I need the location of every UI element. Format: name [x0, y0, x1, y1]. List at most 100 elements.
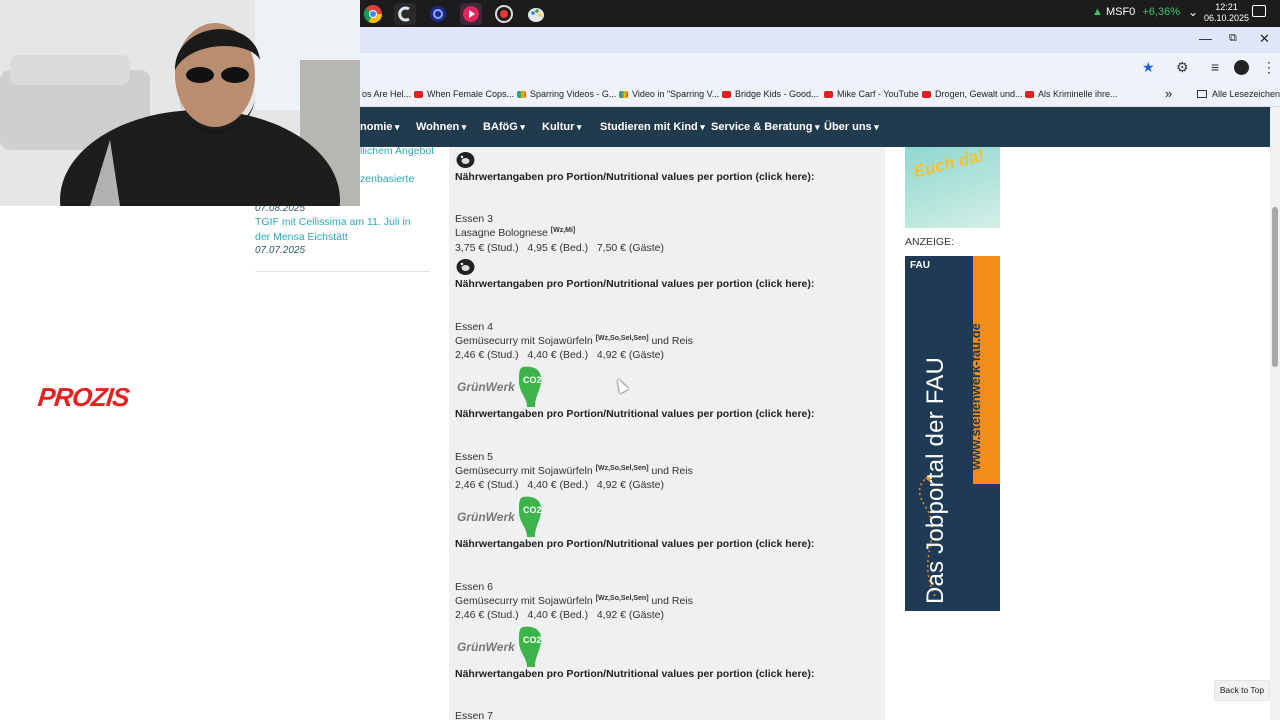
stock-change: +6,36%	[1142, 6, 1180, 18]
nutrition-link[interactable]: Nährwertangaben pro Portion/Nutritional …	[455, 668, 814, 680]
minimize-icon[interactable]: —	[1199, 31, 1212, 46]
prozis-ad-logo[interactable]: PROZIS	[36, 382, 130, 413]
nav-wohnen[interactable]: Wohnen	[416, 121, 466, 133]
jobportal-title: Das Jobportal der FAU	[922, 357, 949, 604]
gruenwerk-co2-logo: GrünWerk CO2	[457, 496, 542, 537]
bookmark-item[interactable]: Video in "Sparring V...	[619, 89, 719, 99]
bookmark-item[interactable]: Sparring Videos - G...	[517, 89, 616, 99]
meal-name: Gemüsecurry mit Sojawürfeln [Wz,So,Sel,S…	[455, 465, 693, 477]
recorder-taskbar-icon[interactable]	[493, 3, 515, 25]
close-icon[interactable]: ✕	[1259, 31, 1270, 47]
allergen-codes: [Wz,So,Sel,Sen]	[595, 335, 649, 342]
scrollbar-thumb[interactable]	[1272, 207, 1278, 367]
restore-icon[interactable]: ⧉	[1229, 32, 1237, 45]
meal-name: Lasagne Bolognese [Wz,Mi]	[455, 227, 576, 239]
news-link-fragment[interactable]: llichem Angebot	[360, 144, 434, 159]
meal-title: Essen 5	[455, 451, 493, 463]
news-link-tgif[interactable]: TGIF mit Cellissima am 11. Juli in der M…	[255, 215, 425, 245]
youtube-icon	[414, 91, 423, 98]
paint-app-taskbar-icon[interactable]	[525, 3, 547, 25]
dotted-arrow-icon	[918, 474, 936, 597]
extensions-icon[interactable]: ⚙	[1176, 59, 1189, 76]
notification-icon[interactable]	[1252, 5, 1266, 17]
news-link-fragment[interactable]: zenbasierte	[360, 172, 414, 187]
meal-title: Essen 4	[455, 321, 493, 333]
youtube-icon	[824, 91, 833, 98]
nutrition-link[interactable]: Nährwertangaben pro Portion/Nutritional …	[455, 538, 814, 550]
webcam-person-image	[0, 0, 360, 206]
news-date: 07.07.2025	[255, 245, 306, 256]
svg-text:CO2: CO2	[523, 635, 542, 645]
meal-name: Gemüsecurry mit Sojawürfeln [Wz,So,Sel,S…	[455, 335, 693, 347]
ad-banner-top[interactable]: Euch da!	[905, 147, 1000, 228]
svg-text:GrünWerk: GrünWerk	[457, 510, 516, 524]
bookmark-item[interactable]: Als Kriminelle ihre...	[1025, 89, 1118, 99]
allergen-codes: [Wz,So,Sel,Sen]	[595, 595, 649, 602]
profile-avatar-icon[interactable]	[1234, 60, 1249, 75]
bookmark-item[interactable]: Bridge Kids - Good...	[722, 89, 819, 99]
bookmark-item[interactable]: When Female Cops...	[414, 89, 514, 99]
svg-text:GrünWerk: GrünWerk	[457, 380, 516, 394]
nav-bafoeg[interactable]: BAföG	[483, 121, 525, 133]
ad-label: ANZEIGE:	[905, 236, 955, 248]
svg-text:GrünWerk: GrünWerk	[457, 640, 516, 654]
media-control-icon[interactable]: ≡	[1211, 59, 1219, 75]
jobportal-ad[interactable]	[905, 256, 1000, 611]
nav-service-beratung[interactable]: Service & Beratung	[711, 121, 820, 133]
bookmark-item[interactable]: os Are Hel...	[362, 89, 411, 99]
svg-text:CO2: CO2	[523, 505, 542, 515]
bookmark-item[interactable]: Mike Carf - YouTube	[824, 89, 919, 99]
stock-widget[interactable]: ▲ MSF0 +6,36%	[1092, 6, 1180, 18]
allergen-codes: [Wz,So,Sel,Sen]	[595, 465, 649, 472]
meal-price: 2,46 € (Stud.) 4,40 € (Bed.) 4,92 € (Gäs…	[455, 349, 664, 361]
jobportal-url: www.stellenwerk-fau.de	[968, 323, 983, 470]
svg-text:CO2: CO2	[523, 375, 542, 385]
gruenwerk-co2-logo: GrünWerk CO2	[457, 626, 542, 667]
media-player-taskbar-icon[interactable]	[460, 3, 482, 25]
bookmark-star-icon[interactable]: ★	[1142, 59, 1155, 76]
bookmark-item[interactable]: Drogen, Gewalt und...	[922, 89, 1023, 99]
more-bookmarks-button[interactable]: »	[1165, 86, 1172, 101]
webcam-overlay	[0, 0, 360, 206]
meal-price: 3,75 € (Stud.) 4,95 € (Bed.) 7,50 € (Gäs…	[455, 242, 664, 254]
meal-price: 2,46 € (Stud.) 4,40 € (Bed.) 4,92 € (Gäs…	[455, 609, 664, 621]
all-bookmarks-button[interactable]: Alle Lesezeichen	[1197, 89, 1280, 99]
stock-chart-icon: ▲	[1092, 6, 1103, 18]
meal-title: Essen 3	[455, 213, 493, 225]
gaming-app-taskbar-icon[interactable]	[427, 3, 449, 25]
stock-ticker: MSF0	[1105, 6, 1136, 18]
meal-title: Essen 7	[455, 710, 493, 722]
meal-name: Gemüsecurry mit Sojawürfeln [Wz,So,Sel,S…	[455, 595, 693, 607]
allergen-codes: [Wz,Mi]	[550, 227, 576, 234]
youtube-icon	[922, 91, 931, 98]
nav-kultur[interactable]: Kultur	[542, 121, 581, 133]
sidebar-divider	[255, 271, 430, 272]
meal-price: 2,46 € (Stud.) 4,40 € (Bed.) 4,92 € (Gäs…	[455, 479, 664, 491]
google-photos-icon	[517, 91, 526, 98]
nav-studieren-mit-kind[interactable]: Studieren mit Kind	[600, 121, 705, 133]
clock-date: 06.10.2025	[1204, 13, 1250, 23]
ad-banner-text: Euch da!	[911, 147, 986, 182]
nav-ueber-uns[interactable]: Über uns	[824, 121, 879, 133]
clock-time: 12:21	[1215, 2, 1238, 12]
folder-icon	[1197, 90, 1207, 98]
gruenwerk-co2-logo: GrünWerk CO2	[457, 366, 542, 407]
nutrition-link[interactable]: Nährwertangaben pro Portion/Nutritional …	[455, 278, 814, 290]
clock[interactable]: 12:21 06.10.2025	[1204, 2, 1249, 24]
youtube-icon	[722, 91, 731, 98]
page-scrollbar[interactable]	[1270, 107, 1280, 720]
nutrition-link[interactable]: Nährwertangaben pro Portion/Nutritional …	[455, 171, 814, 183]
nav-gastronomie[interactable]: nomie	[360, 121, 399, 133]
chrome-taskbar-icon[interactable]	[362, 3, 384, 25]
back-to-top-button[interactable]: Back to Top	[1214, 680, 1270, 701]
youtube-icon	[1025, 91, 1034, 98]
pork-icon	[456, 152, 475, 168]
cursor-app-taskbar-icon[interactable]	[394, 3, 416, 25]
tray-chevron-icon[interactable]: ⌄	[1188, 5, 1198, 19]
pork-icon	[456, 259, 475, 275]
menu-kebab-icon[interactable]: ⋮	[1262, 59, 1276, 76]
fau-logo: FAU	[910, 260, 930, 271]
nutrition-link[interactable]: Nährwertangaben pro Portion/Nutritional …	[455, 408, 814, 420]
meal-title: Essen 6	[455, 581, 493, 593]
google-photos-icon	[619, 91, 628, 98]
